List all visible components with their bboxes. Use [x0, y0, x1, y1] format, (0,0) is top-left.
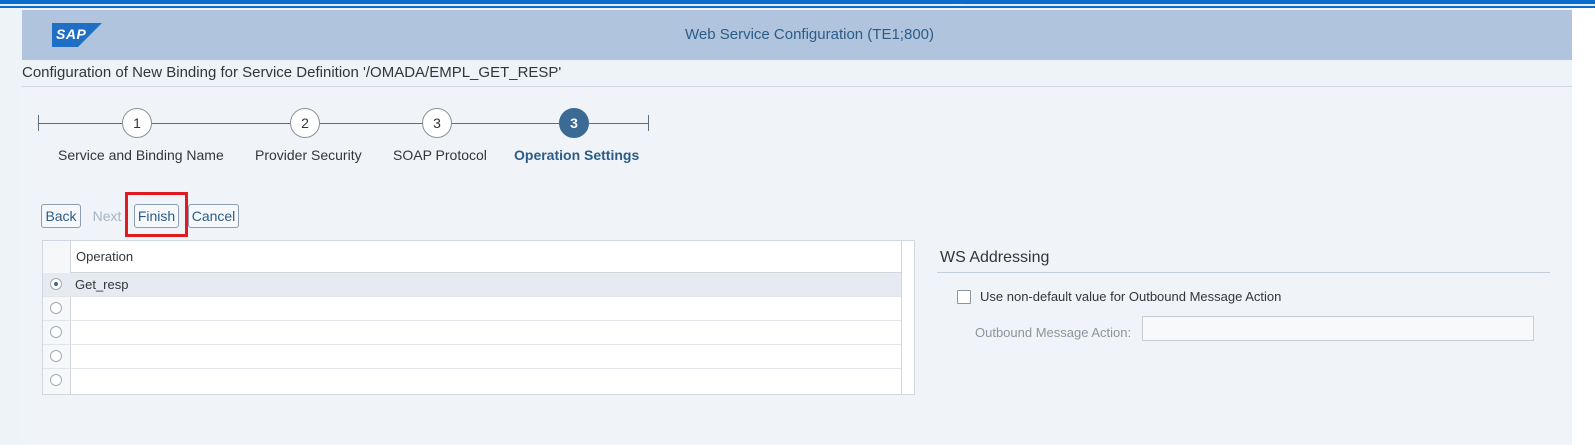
- table-row[interactable]: Get_resp: [43, 273, 901, 297]
- right-edge: [1572, 8, 1595, 445]
- row-radio[interactable]: [50, 350, 62, 362]
- wizard-step-4-active[interactable]: 3: [559, 108, 589, 138]
- wizard-step-3-label: SOAP Protocol: [393, 147, 487, 163]
- wizard-step-2[interactable]: 2: [290, 108, 320, 138]
- wizard-step-1[interactable]: 1: [122, 108, 152, 138]
- non-default-value-checkbox[interactable]: [957, 290, 971, 304]
- non-default-value-label[interactable]: Use non-default value for Outbound Messa…: [980, 289, 1281, 304]
- cancel-button[interactable]: Cancel: [188, 204, 239, 228]
- table-row[interactable]: [43, 321, 901, 345]
- shell-title: Web Service Configuration (TE1;800): [684, 26, 934, 43]
- resize-grip[interactable]: ····: [948, 0, 964, 9]
- operations-table: Operation Get_resp: [42, 240, 915, 395]
- table-row[interactable]: [43, 345, 901, 369]
- finish-highlight-box: [125, 192, 188, 237]
- vertical-scrollbar[interactable]: [901, 241, 902, 394]
- row-radio[interactable]: [50, 326, 62, 338]
- title-divider: [22, 86, 1572, 87]
- ws-addressing-title: WS Addressing: [940, 249, 1050, 266]
- top-strip: [0, 0, 1595, 8]
- wizard-step-1-label: Service and Binding Name: [58, 147, 224, 163]
- table-row[interactable]: [43, 297, 901, 321]
- roadmap-line: [320, 123, 422, 124]
- wizard-step-2-label: Provider Security: [255, 147, 362, 163]
- roadmap-line: [589, 123, 649, 124]
- wizard-step-4-label: Operation Settings: [514, 147, 640, 163]
- roadmap-line: [452, 123, 559, 124]
- outbound-message-action-label: Outbound Message Action:: [975, 325, 1132, 340]
- roadmap-line: [152, 123, 290, 124]
- column-header-operation[interactable]: Operation: [71, 241, 901, 273]
- roadmap-end-tick: [648, 115, 649, 131]
- page-title: Configuration of New Binding for Service…: [22, 64, 562, 81]
- roadmap-line: [38, 123, 122, 124]
- shell-bar: SAP Web Service Configuration (TE1;800): [22, 10, 1572, 60]
- wizard-step-3[interactable]: 3: [422, 108, 452, 138]
- back-button[interactable]: Back: [41, 204, 81, 228]
- next-button: Next: [88, 204, 126, 228]
- row-radio[interactable]: [50, 374, 62, 386]
- table-row[interactable]: [43, 369, 901, 393]
- operation-cell: Get_resp: [75, 277, 129, 292]
- outbound-message-action-input: [1142, 316, 1534, 341]
- ws-addressing-divider: [937, 272, 1550, 273]
- row-radio-selected[interactable]: [50, 278, 62, 290]
- row-radio[interactable]: [50, 302, 62, 314]
